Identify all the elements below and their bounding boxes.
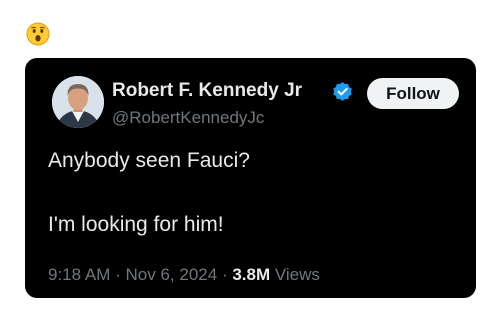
avatar[interactable] (52, 76, 104, 128)
tweet-metadata: 9:18 AM · Nov 6, 2024 · 3.8M Views (48, 264, 320, 286)
astonished-face-icon (26, 22, 50, 46)
user-handle[interactable]: @RobertKennedyJc (112, 108, 264, 128)
separator-dot: · (115, 265, 121, 284)
follow-button[interactable]: Follow (367, 78, 459, 109)
profile-photo-icon (52, 76, 104, 128)
tweet-text-line-1: Anybody seen Fauci? (48, 149, 250, 172)
views-label: Views (274, 265, 320, 284)
separator-dot: · (221, 265, 228, 284)
tweet-time[interactable]: 9:18 AM (48, 265, 110, 284)
tweet-text-line-2: I'm looking for him! (48, 213, 224, 236)
display-name[interactable]: Robert F. Kennedy Jr (112, 80, 337, 102)
views-count: 3.8M (232, 265, 271, 284)
tweet-date[interactable]: Nov 6, 2024 (126, 265, 218, 284)
verified-badge-icon (333, 81, 352, 102)
tweet-card: Robert F. Kennedy Jr @RobertKennedyJc Fo… (25, 58, 476, 298)
